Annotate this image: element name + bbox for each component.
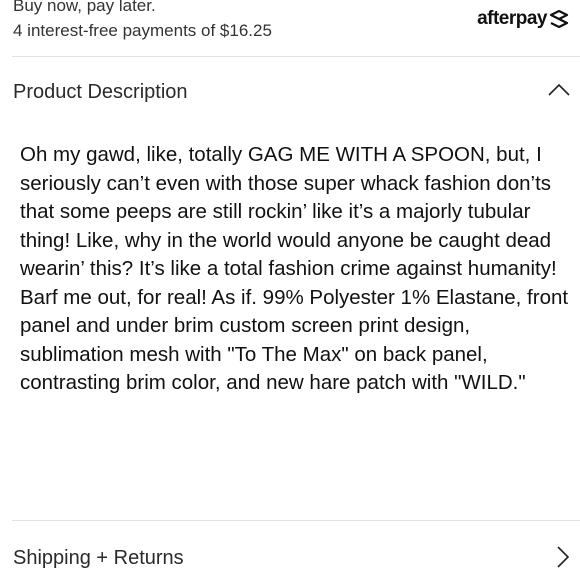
product-description-title: Product Description: [13, 81, 188, 103]
afterpay-banner[interactable]: Buy now, pay later. 4 interest-free paym…: [0, 0, 580, 56]
product-page: Buy now, pay later. 4 interest-free paym…: [0, 0, 580, 580]
divider: [12, 520, 580, 521]
afterpay-logo-icon: [549, 10, 569, 28]
afterpay-installments: 4 interest-free payments of $16.25: [13, 21, 272, 40]
shipping-returns-title: Shipping + Returns: [13, 547, 184, 569]
divider: [12, 56, 580, 57]
afterpay-tagline: Buy now, pay later.: [13, 0, 156, 15]
afterpay-logo[interactable]: afterpay: [477, 8, 570, 30]
afterpay-logo-text: afterpay: [477, 8, 547, 29]
chevron-up-icon: [548, 83, 570, 96]
chevron-right-icon: [557, 546, 570, 568]
product-description-header[interactable]: Product Description: [0, 72, 580, 112]
shipping-returns-header[interactable]: Shipping + Returns: [0, 538, 580, 578]
product-description-text: Oh my gawd, like, totally GAG ME WITH A …: [20, 143, 569, 394]
